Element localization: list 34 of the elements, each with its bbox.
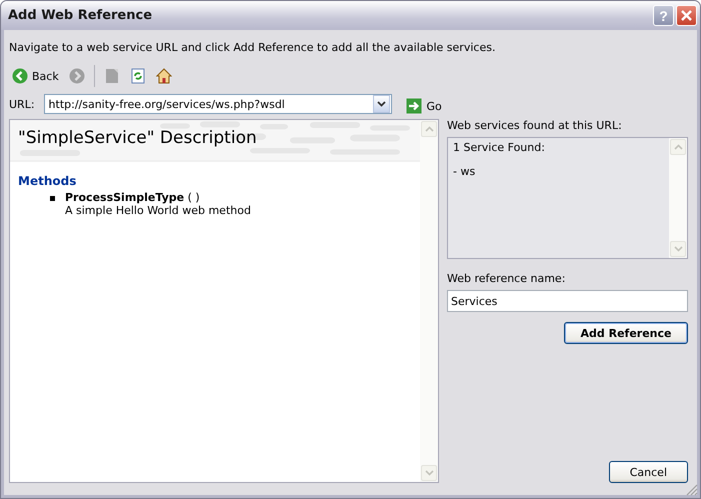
scroll-bar[interactable]	[669, 138, 687, 258]
go-button[interactable]: Go	[404, 96, 444, 116]
resize-grip-icon[interactable]	[686, 484, 698, 496]
chevron-down-icon	[376, 101, 386, 107]
scroll-up-button[interactable]	[670, 139, 686, 155]
services-list-line: - ws	[453, 165, 476, 178]
go-arrow-icon	[406, 98, 422, 114]
scroll-down-button[interactable]	[421, 465, 437, 481]
chevron-down-icon	[674, 246, 682, 252]
back-button[interactable]: Back	[9, 66, 62, 86]
scroll-down-button[interactable]	[670, 241, 686, 257]
method-signature: ProcessSimpleType ( )	[65, 191, 201, 204]
dropdown-button[interactable]	[372, 95, 390, 113]
close-icon	[680, 9, 693, 22]
url-combo-box[interactable]: http://sanity-free.org/services/ws.php?wsdl	[44, 94, 392, 114]
section-heading: Methods	[18, 174, 78, 188]
add-reference-button[interactable]: Add Reference	[564, 322, 688, 344]
reference-name-field[interactable]: Services	[447, 290, 688, 312]
scroll-up-button[interactable]	[421, 121, 437, 137]
chevron-up-icon	[424, 126, 434, 132]
chevron-down-icon	[424, 470, 434, 476]
url-label: URL:	[9, 98, 35, 110]
reference-name-label: Web reference name:	[447, 272, 566, 285]
window-title: Add Web Reference	[8, 8, 154, 23]
chevron-up-icon	[674, 144, 682, 150]
cancel-button[interactable]: Cancel	[608, 461, 688, 483]
bullet-icon	[50, 196, 55, 201]
services-list-line: 1 Service Found:	[453, 141, 546, 154]
services-label: Web services found at this URL:	[447, 119, 623, 132]
instruction-text: Navigate to a web service URL and click Add Reference to add all the available services.	[9, 40, 496, 54]
description-heading: "SimpleService" Description	[18, 128, 257, 148]
method-summary: A simple Hello World web method	[65, 204, 251, 217]
close-button[interactable]	[676, 5, 697, 26]
scroll-bar[interactable]	[420, 120, 438, 482]
